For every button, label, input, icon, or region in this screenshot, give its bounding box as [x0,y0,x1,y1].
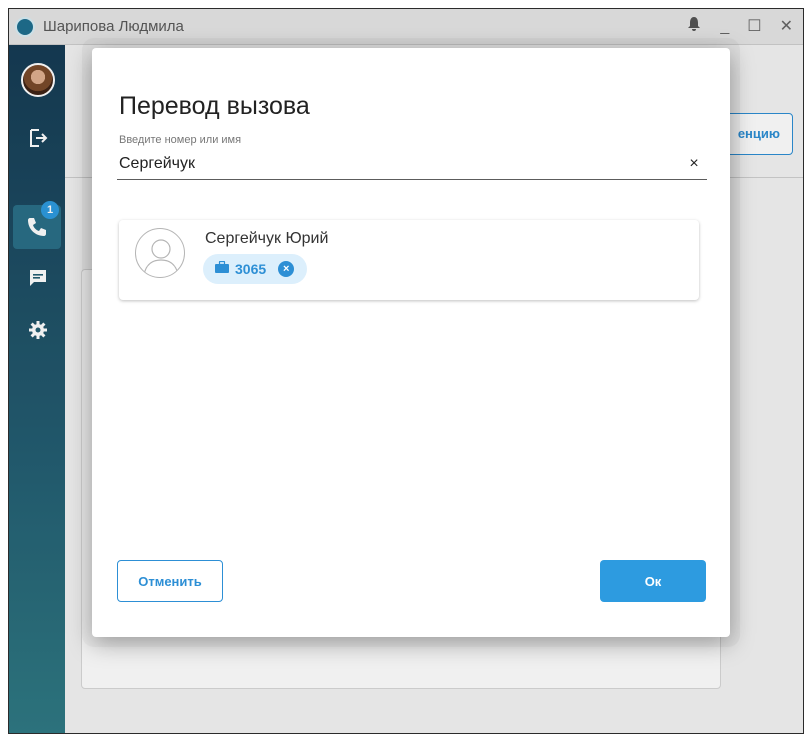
briefcase-icon [215,260,229,278]
contact-avatar [135,228,185,278]
contact-name: Сергейчук Юрий [205,230,329,247]
extension-number: 3065 [235,261,267,277]
app-window: Шарипова Людмила _ ☐ ✕ 1 енцию Перевод в… [8,8,804,734]
remove-chip-icon[interactable]: × [278,261,295,277]
dialog-title: Перевод вызова [119,92,310,120]
extension-chip[interactable]: 3065 × [203,254,307,284]
contact-result-card[interactable]: Сергейчук Юрий 3065 × [119,220,699,300]
transfer-call-dialog: Перевод вызова Введите номер или имя × С… [92,48,730,637]
search-input[interactable] [117,148,707,180]
ok-button[interactable]: Ок [600,560,706,602]
search-label: Введите номер или имя [119,134,242,146]
clear-search-button[interactable]: × [686,156,702,172]
cancel-button[interactable]: Отменить [117,560,223,602]
